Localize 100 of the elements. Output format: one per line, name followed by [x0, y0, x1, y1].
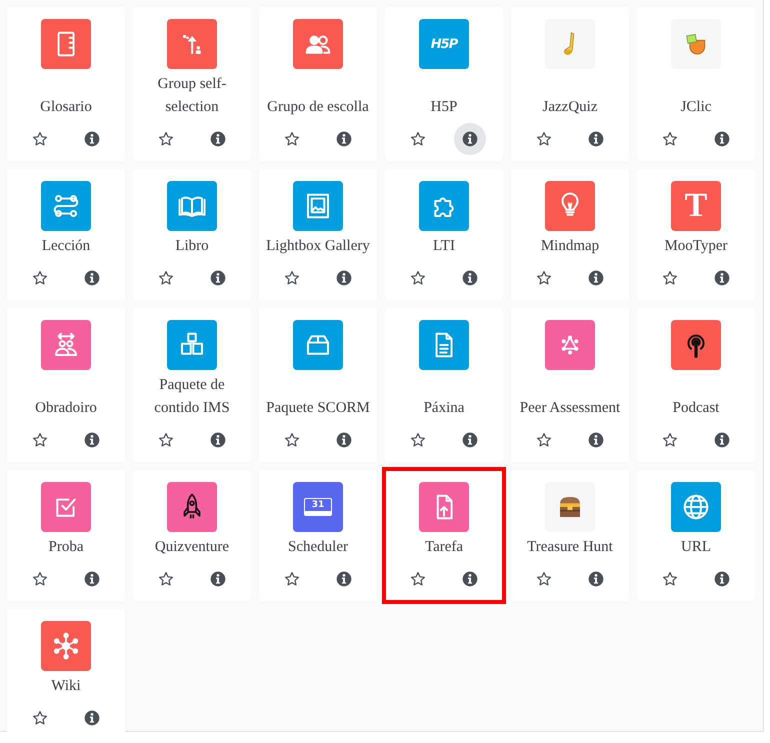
calendar-icon: 31	[293, 482, 343, 532]
activity-name: Podcast	[672, 399, 720, 418]
activity-name: Mindmap	[540, 237, 600, 256]
activity-card[interactable]: JClic	[637, 7, 755, 161]
star-icon	[410, 571, 426, 587]
star-icon	[410, 270, 426, 286]
activity-name: Páxina	[424, 399, 464, 418]
info-icon	[588, 432, 604, 448]
activity-name: URL	[681, 538, 711, 557]
activity-card[interactable]: Lección	[7, 169, 125, 300]
activity-name: LTI	[433, 237, 455, 256]
letter-logo: T	[671, 181, 721, 231]
activity-name: Glosario	[40, 98, 92, 117]
info-icon	[336, 131, 352, 147]
info-icon	[588, 571, 604, 587]
info-icon	[210, 270, 226, 286]
activity-card[interactable]: 31 Scheduler	[259, 470, 377, 601]
star-icon	[284, 571, 300, 587]
activity-name: Lightbox Gallery	[266, 237, 370, 256]
info-icon	[714, 131, 730, 147]
info-icon	[714, 432, 730, 448]
activity-name: H5P	[430, 98, 458, 117]
info-icon	[336, 432, 352, 448]
activity-card[interactable]: Libro	[133, 169, 251, 300]
activity-card[interactable]: Lightbox Gallery	[259, 169, 377, 300]
activity-card[interactable]: Glosario	[7, 7, 125, 161]
activity-card[interactable]: H5P H5P	[385, 7, 503, 161]
info-icon	[462, 270, 478, 286]
star-icon	[536, 270, 552, 286]
activity-card[interactable]: Podcast	[637, 308, 755, 462]
info-icon	[714, 571, 730, 587]
activity-name: Grupo de escolla	[267, 98, 369, 117]
activity-card[interactable]: Proba	[7, 470, 125, 601]
star-icon	[32, 270, 48, 286]
activity-name: MooTyper	[664, 237, 728, 256]
activity-card[interactable]: Páxina	[385, 308, 503, 462]
activity-name: Proba	[48, 538, 84, 557]
activity-card[interactable]: Grupo de escolla	[259, 7, 377, 161]
info-icon	[84, 131, 100, 147]
star-icon	[284, 432, 300, 448]
star-icon	[536, 131, 552, 147]
info-icon	[84, 710, 100, 726]
info-icon	[210, 571, 226, 587]
info-icon	[462, 571, 478, 587]
activity-card[interactable]: URL	[637, 470, 755, 601]
activity-card[interactable]: JazzQuiz	[511, 7, 629, 161]
star-icon	[284, 131, 300, 147]
info-icon	[462, 432, 478, 448]
info-icon	[84, 432, 100, 448]
star-icon	[410, 131, 426, 147]
star-icon	[410, 432, 426, 448]
activity-name: Paquete SCORM	[266, 399, 370, 418]
info-icon	[588, 131, 604, 147]
info-icon	[714, 270, 730, 286]
star-icon	[158, 270, 174, 286]
star-icon	[662, 432, 678, 448]
star-icon	[662, 571, 678, 587]
h5p-logo: H5P	[419, 19, 469, 69]
info-icon	[84, 270, 100, 286]
info-icon	[84, 571, 100, 587]
activity-card[interactable]: Mindmap	[511, 169, 629, 300]
activity-card[interactable]: LTI	[385, 169, 503, 300]
activity-name: JClic	[680, 98, 712, 117]
info-icon	[588, 270, 604, 286]
activity-name: Treasure Hunt	[527, 538, 613, 557]
star-icon	[32, 710, 48, 726]
star-icon	[536, 432, 552, 448]
info-button[interactable]	[454, 123, 486, 155]
star-icon	[158, 131, 174, 147]
star-icon	[158, 432, 174, 448]
star-icon	[158, 571, 174, 587]
star-icon	[32, 432, 48, 448]
activity-name: Tarefa	[424, 538, 464, 557]
info-icon	[210, 432, 226, 448]
star-icon	[284, 270, 300, 286]
activity-name: Group self-selection	[156, 75, 228, 117]
info-icon	[336, 571, 352, 587]
activity-card[interactable]: Quizventure	[133, 470, 251, 601]
activity-name: Peer Assessment	[520, 399, 620, 418]
activity-card[interactable]: Group self-selection	[133, 7, 251, 161]
activity-name: JazzQuiz	[542, 98, 598, 117]
activity-card[interactable]: Obradoiro	[7, 308, 125, 462]
activity-card[interactable]: Paquete de contido IMS	[133, 308, 251, 462]
activity-card[interactable]: Tarefa	[385, 470, 503, 601]
activity-card[interactable]: T MooTyper	[637, 169, 755, 300]
activity-name: Lección	[42, 237, 90, 256]
activity-name: Scheduler	[288, 538, 348, 557]
star-icon	[32, 131, 48, 147]
info-icon	[210, 131, 226, 147]
star-icon	[536, 571, 552, 587]
activity-card[interactable]: Peer Assessment	[511, 308, 629, 462]
star-icon	[662, 131, 678, 147]
activity-name: Wiki	[51, 677, 81, 696]
info-icon	[462, 131, 478, 147]
star-icon	[32, 571, 48, 587]
activity-card[interactable]: Treasure Hunt	[511, 470, 629, 601]
star-icon	[662, 270, 678, 286]
activity-name: Paquete de contido IMS	[153, 376, 231, 418]
info-icon	[336, 270, 352, 286]
activity-card[interactable]: Paquete SCORM	[259, 308, 377, 462]
